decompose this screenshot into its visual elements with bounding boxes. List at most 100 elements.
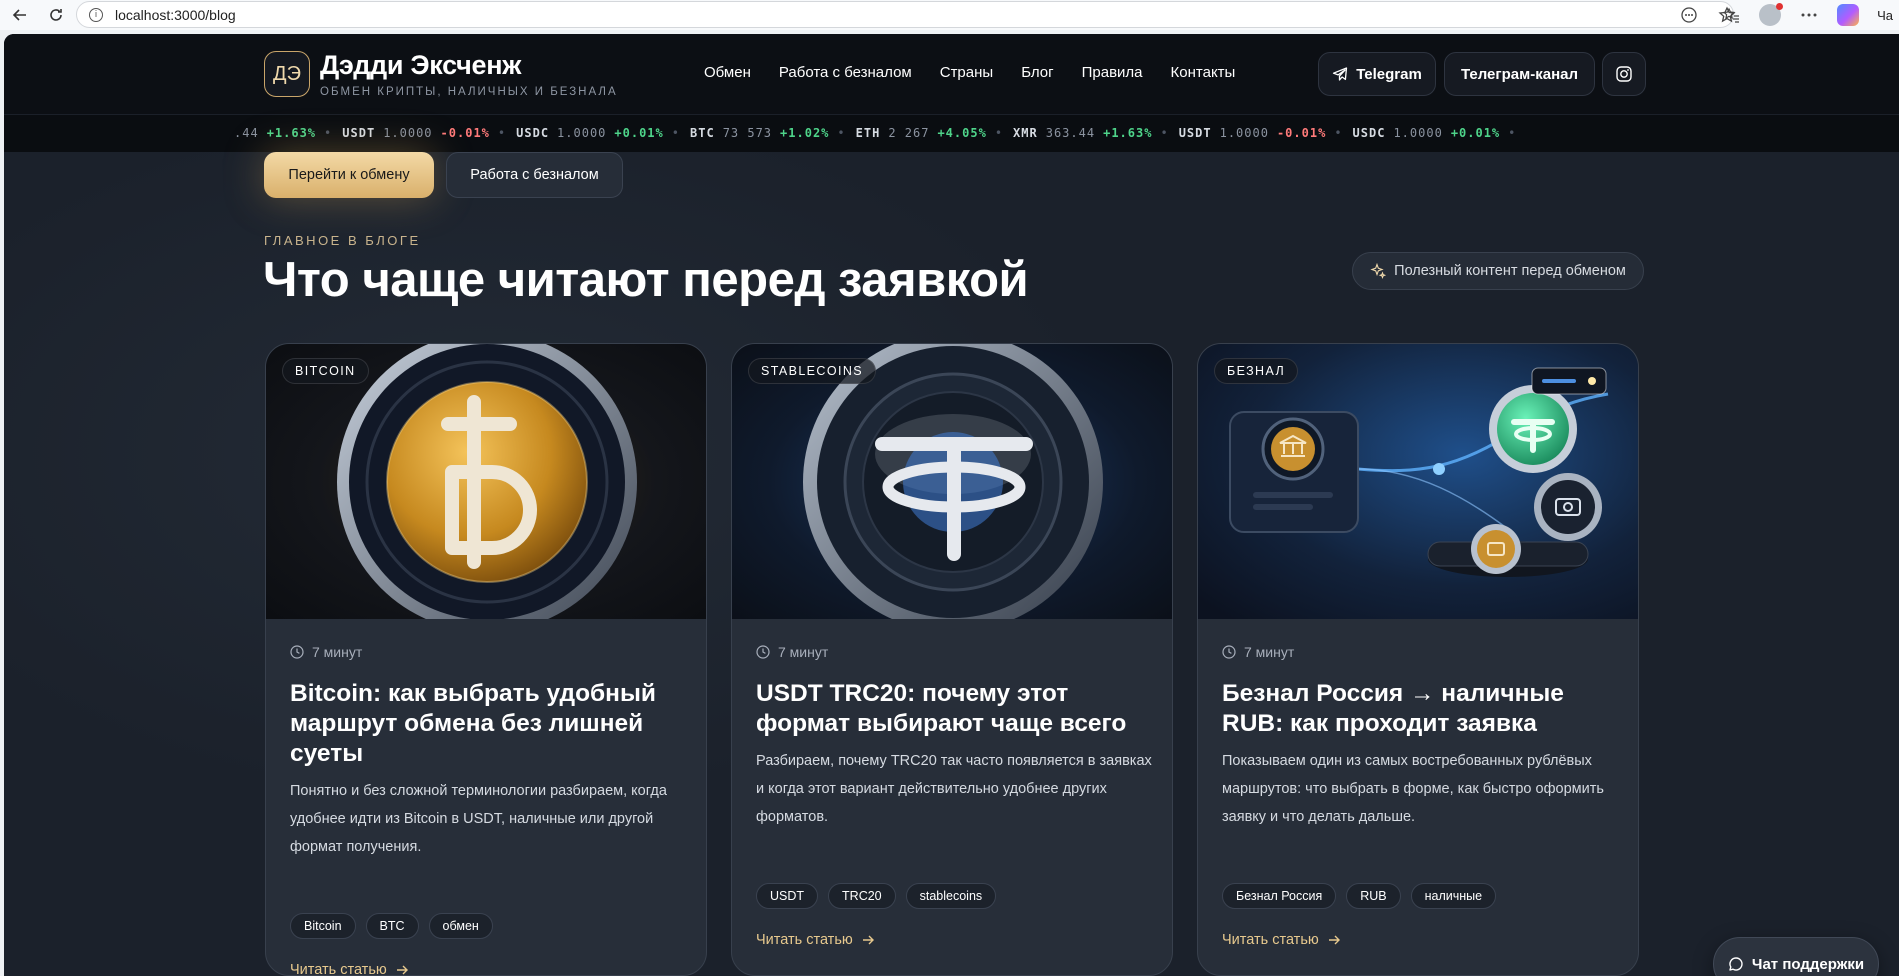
card-title[interactable]: Безнал Россия → наличные RUB: как проход… [1222,679,1622,739]
read-time-label: 7 минут [1244,644,1295,660]
ticker-price: .44 [234,126,259,140]
tag-chip[interactable]: Безнал Россия [1222,883,1337,909]
url-text: localhost:3000/blog [115,6,236,23]
ticker-change: -0.01% [1276,126,1327,140]
ticker-symbol: USDT [1178,126,1212,140]
card-title[interactable]: USDT TRC20: почему этот формат выбирают … [756,679,1156,739]
ticker-item: XMR 363.44 +1.63% • [1013,126,1169,140]
channel-label: Телеграм-канал [1460,65,1579,83]
browser-right-actions: Ча [1721,0,1899,30]
favorites-icon[interactable] [1721,5,1741,25]
cashless-button[interactable]: Работа с безналом [446,152,623,198]
card-title[interactable]: Bitcoin: как выбрать удобный маршрут обм… [290,679,690,769]
blog-card-bitcoin[interactable]: BITCOIN 7 минут Bitcoin: как выбрать удо… [265,343,707,976]
clock-icon [1222,645,1236,659]
ticker-item: USDT 1.0000 -0.01% • [342,126,506,140]
read-article-link[interactable]: Читать статью [290,962,409,976]
useful-content-label: Полезный контент перед обменом [1394,263,1626,279]
tag-chip[interactable]: RUB [1346,883,1401,909]
tag-chip[interactable]: Bitcoin [290,913,356,939]
main-nav: Обмен Работа с безналом Страны Блог Прав… [704,64,1235,81]
useful-content-pill: Полезный контент перед обменом [1352,252,1644,290]
ticker-change: +4.05% [937,126,987,140]
read-time-label: 7 минут [312,644,363,660]
settings-more-icon[interactable] [1799,5,1819,25]
ticker-symbol: USDC [516,126,550,140]
card-description: Разбираем, почему TRC20 так часто появля… [756,753,1152,825]
instagram-button[interactable] [1602,52,1646,96]
telegram-button[interactable]: Telegram [1318,52,1436,96]
brand-tagline: ОБМЕН КРИПТЫ, НАЛИЧНЫХ И БЕЗНАЛА [320,86,618,98]
card-category-tag: BITCOIN [282,358,369,384]
nav-cashless[interactable]: Работа с безналом [779,64,912,81]
support-chat-button[interactable]: Чат поддержки [1713,937,1879,976]
sparkles-icon [1370,263,1387,279]
nav-rules[interactable]: Правила [1082,64,1143,81]
clock-icon [290,645,304,659]
read-time: 7 минут [290,644,362,660]
tag-chip[interactable]: BTC [365,913,419,939]
blog-card-cashless[interactable]: БЕЗНАЛ 7 минут Безнал Россия → наличные … [1197,343,1639,976]
card-description: Понятно и без сложной терминологии разби… [290,783,667,855]
chat-bubble-icon [1729,957,1743,971]
arrow-right-icon [862,935,874,945]
ticker-separator: • [497,126,507,140]
read-article-link[interactable]: Читать статью [756,932,875,948]
ticker-change: -0.01% [440,126,490,140]
nav-blog[interactable]: Блог [1021,64,1053,81]
card-image-bitcoin: BITCOIN [266,344,706,619]
ticker-separator: • [324,126,333,140]
telegram-channel-button[interactable]: Телеграм-канал [1444,52,1595,96]
read-time-label: 7 минут [778,644,829,660]
price-ticker: .44 +1.63% • USDT 1.0000 -0.01% • USDC 1.0000 +0.… [4,114,1899,152]
logo-mark[interactable]: ДЭ [264,51,310,97]
sidebar-tab-text[interactable]: Ча [1877,8,1893,23]
more-options-circle-icon[interactable] [1679,5,1699,25]
brand-name[interactable]: Дэдди Эксченж [320,50,521,81]
ticker-item: ETH 2 267 +4.05% • [856,126,1003,140]
tag-chip[interactable]: TRC20 [828,883,896,909]
ticker-separator: • [994,126,1004,140]
blog-card-usdt[interactable]: STABLECOINS 7 минут USDT TRC20: почему э… [731,343,1173,976]
section-title: Что чаще читают перед заявкой [263,253,1029,307]
tag-chip[interactable]: обмен [428,913,493,939]
section-eyebrow: ГЛАВНОЕ В БЛОГЕ [264,233,421,248]
page: ДЭ Дэдди Эксченж ОБМЕН КРИПТЫ, НАЛИЧНЫХ … [4,34,1899,976]
reload-icon[interactable] [46,5,66,25]
back-icon[interactable] [10,5,30,25]
ticker-item: BTC 73 573 +1.02% • [690,126,846,140]
ticker-price: 1.0000 [1219,126,1269,140]
ticker-change: +1.63% [266,126,317,140]
tag-chip[interactable]: USDT [756,883,819,909]
ticker-price: 1.0000 [557,126,607,140]
card-description: Показываем один из самых востребованных … [1222,753,1604,825]
ticker-item: USDC 1.0000 +0.01% • [516,126,680,140]
ticker-separator: • [1334,126,1343,140]
ticker-item: USDC 1.0000 +0.01% • [1353,126,1517,140]
nav-exchange[interactable]: Обмен [704,64,751,81]
ticker-track: .44 +1.63% • USDT 1.0000 -0.01% • USDC 1.0000 +0.… [234,126,1526,140]
ticker-item: USDT 1.0000 -0.01% • [1179,126,1343,140]
support-chat-label: Чат поддержки [1751,955,1865,973]
read-article-link[interactable]: Читать статью [1222,932,1341,948]
telegram-send-icon [1333,67,1348,81]
card-tags: USDT TRC20 stablecoins [756,883,997,909]
ticker-symbol: USDC [1352,126,1386,140]
ticker-separator: • [1508,126,1517,140]
profile-avatar[interactable] [1759,3,1784,26]
go-to-exchange-button[interactable]: Перейти к обмену [264,152,434,198]
site-info-icon[interactable]: i [89,7,103,22]
address-bar[interactable]: i localhost:3000/blog [76,1,1734,28]
ticker-item: .44 +1.63% • [234,126,332,140]
arrow-right-icon [396,965,408,975]
nav-countries[interactable]: Страны [940,64,993,81]
read-article-label: Читать статью [756,932,853,948]
instagram-icon [1616,66,1632,82]
tag-chip[interactable]: stablecoins [905,883,997,909]
ticker-symbol: XMR [1013,126,1038,140]
clock-icon [756,645,770,659]
read-article-label: Читать статью [290,962,387,976]
nav-contacts[interactable]: Контакты [1171,64,1236,81]
copilot-icon[interactable] [1837,4,1860,26]
tag-chip[interactable]: наличные [1410,883,1497,909]
